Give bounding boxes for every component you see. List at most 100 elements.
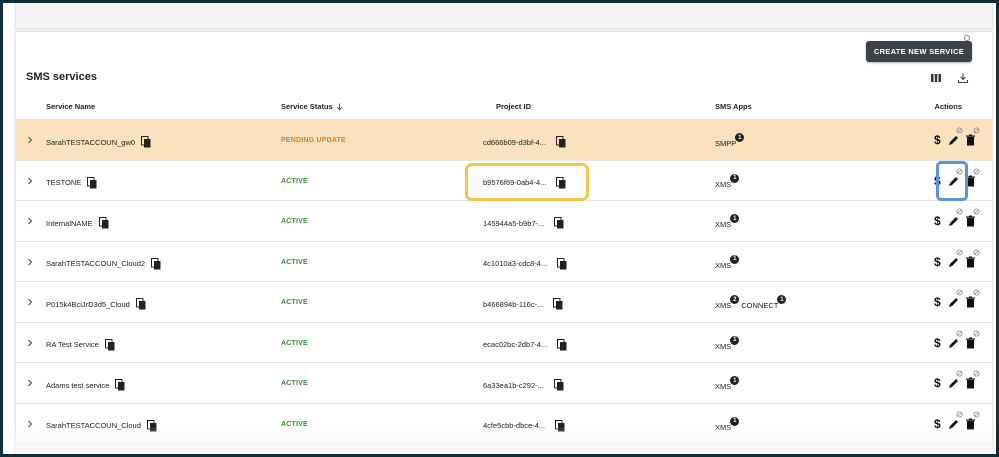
view-columns-icon[interactable] <box>930 72 942 84</box>
service-name-cell: SarahTESTACCOUN_Cloud2 <box>46 257 161 270</box>
sms-apps-cell: SMPP 1 <box>715 133 746 148</box>
copy-icon[interactable] <box>557 257 567 270</box>
dollar-icon[interactable]: $ <box>934 336 942 350</box>
sms-app-label: XMS <box>715 301 732 310</box>
sms-app-tag: XMS 1 <box>715 416 740 432</box>
pencil-icon[interactable] <box>948 370 963 389</box>
chevron-right-icon[interactable] <box>26 420 34 428</box>
pencil-icon[interactable] <box>948 168 963 187</box>
dollar-icon[interactable]: $ <box>934 255 942 269</box>
service-name: RA Test Service <box>46 340 99 349</box>
row-actions: $ <box>934 168 980 188</box>
row-actions: $ <box>934 249 980 269</box>
table-row[interactable]: TESTONE ACTIVE b9576f69-0ab4-4... XMS 1 $ <box>16 161 992 201</box>
table-row[interactable]: SarahTESTACCOUN_Cloud ACTIVE 4cfe5cbb-dbce… <box>16 404 992 444</box>
sms-app-count-badge: 1 <box>730 214 740 223</box>
sms-app-tag: CONNECT 1 <box>741 295 787 310</box>
previous-card-edge <box>15 3 993 29</box>
service-name: SarahTESTACCOUN_gw0 <box>46 137 136 147</box>
card-title: SMS services <box>26 71 97 83</box>
header-sms-apps[interactable]: SMS Apps <box>715 102 752 111</box>
trash-icon[interactable] <box>965 127 980 146</box>
sms-services-card: CREATE NEW SERVICE SMS services Service … <box>15 31 993 454</box>
dollar-icon[interactable]: $ <box>934 376 942 390</box>
trash-icon[interactable] <box>965 411 980 430</box>
copy-icon[interactable] <box>146 419 157 432</box>
pencil-icon[interactable] <box>948 330 963 349</box>
copy-icon[interactable] <box>553 298 563 310</box>
copy-icon[interactable] <box>135 298 146 310</box>
service-status: ACTIVE <box>281 339 308 347</box>
trash-icon[interactable] <box>965 330 980 349</box>
pencil-icon[interactable] <box>948 127 963 146</box>
chevron-right-icon[interactable] <box>26 136 34 144</box>
chevron-right-icon[interactable] <box>26 217 34 225</box>
service-name: P015k4BciJrD3d5_Cloud <box>46 299 130 309</box>
sms-app-count-badge: 2 <box>730 295 740 304</box>
project-id-cell: b9576f69-0ab4-4... <box>483 176 566 189</box>
pencil-icon[interactable] <box>948 289 963 308</box>
dollar-icon[interactable]: $ <box>934 133 942 147</box>
header-actions: Actions <box>934 102 962 111</box>
project-id: 4cfe5cbb-dbce-4... <box>483 421 546 430</box>
copy-icon[interactable] <box>553 379 564 391</box>
trash-icon[interactable] <box>965 370 980 389</box>
sms-app-label: XMS <box>715 220 732 229</box>
dollar-icon[interactable]: $ <box>934 295 942 309</box>
chevron-right-icon[interactable] <box>26 258 34 266</box>
sms-app-label: CONNECT <box>741 301 779 310</box>
chevron-right-icon[interactable] <box>26 379 34 387</box>
pencil-icon[interactable] <box>948 411 963 430</box>
header-project-id[interactable]: Project ID <box>496 102 531 111</box>
table-row[interactable]: P015k4BciJrD3d5_Cloud ACTIVE b466894b-116c… <box>16 282 992 323</box>
pencil-icon[interactable] <box>948 249 963 268</box>
table-row[interactable]: InternalNAME ACTIVE 145944a5-b9b7-... XMS 1 $ <box>16 201 992 242</box>
copy-icon[interactable] <box>98 217 109 229</box>
sms-apps-cell: XMS 1 <box>715 335 741 351</box>
service-status: ACTIVE <box>281 299 308 306</box>
copy-icon[interactable] <box>555 136 566 148</box>
project-id: ecac02bc-2db7-4... <box>483 340 548 349</box>
project-id-cell: 145944a5-b9b7-... <box>483 217 564 229</box>
copy-icon[interactable] <box>151 257 161 270</box>
header-service-status[interactable]: Service Status <box>281 102 343 111</box>
sms-app-count-badge: 1 <box>730 335 740 345</box>
download-icon[interactable] <box>957 72 969 84</box>
dollar-icon[interactable]: $ <box>934 214 942 228</box>
trash-icon[interactable] <box>965 168 980 187</box>
pencil-icon[interactable] <box>948 208 963 227</box>
sms-apps-cell: XMS 2 CONNECT 1 <box>715 295 788 310</box>
trash-icon[interactable] <box>965 289 980 308</box>
sms-app-label: XMS <box>715 179 732 189</box>
table-row[interactable]: Adams test service ACTIVE 6a33ea1b-c292-..… <box>16 363 992 404</box>
trash-icon[interactable] <box>965 249 980 268</box>
header-service-status-label: Service Status <box>281 102 333 111</box>
trash-icon[interactable] <box>965 208 980 227</box>
row-actions: $ <box>934 289 980 309</box>
service-name-cell: SarahTESTACCOUN_gw0 <box>46 136 151 148</box>
copy-icon[interactable] <box>104 338 115 351</box>
copy-icon[interactable] <box>554 217 564 229</box>
copy-icon[interactable] <box>557 338 567 351</box>
create-new-service-button[interactable]: CREATE NEW SERVICE <box>865 41 972 62</box>
copy-icon[interactable] <box>115 379 125 391</box>
dollar-icon[interactable]: $ <box>934 174 942 188</box>
sms-app-label: XMS <box>715 260 732 270</box>
service-name: Adams test service <box>46 380 110 390</box>
chevron-right-icon[interactable] <box>26 177 34 185</box>
sms-apps-cell: XMS 1 <box>715 173 741 189</box>
sms-app-tag: XMS 1 <box>715 214 740 229</box>
chevron-right-icon[interactable] <box>26 298 34 306</box>
chevron-right-icon[interactable] <box>26 339 34 347</box>
copy-icon[interactable] <box>555 419 565 432</box>
copy-icon[interactable] <box>556 176 566 189</box>
header-service-name[interactable]: Service Name <box>46 102 95 111</box>
dollar-icon[interactable]: $ <box>934 417 942 431</box>
copy-icon[interactable] <box>141 136 151 148</box>
project-id: 6a33ea1b-c292-... <box>483 380 544 390</box>
table-row[interactable]: RA Test Service ACTIVE ecac02bc-2db7-4... X… <box>16 323 992 363</box>
copy-icon[interactable] <box>87 176 97 189</box>
table-row[interactable]: SarahTESTACCOUN_Cloud2 ACTIVE 4c1010a3-cdc… <box>16 242 992 282</box>
sms-app-tag: XMS 2 <box>715 295 740 310</box>
table-row[interactable]: SarahTESTACCOUN_gw0 PENDING UPDATE cd666b0… <box>16 120 992 161</box>
